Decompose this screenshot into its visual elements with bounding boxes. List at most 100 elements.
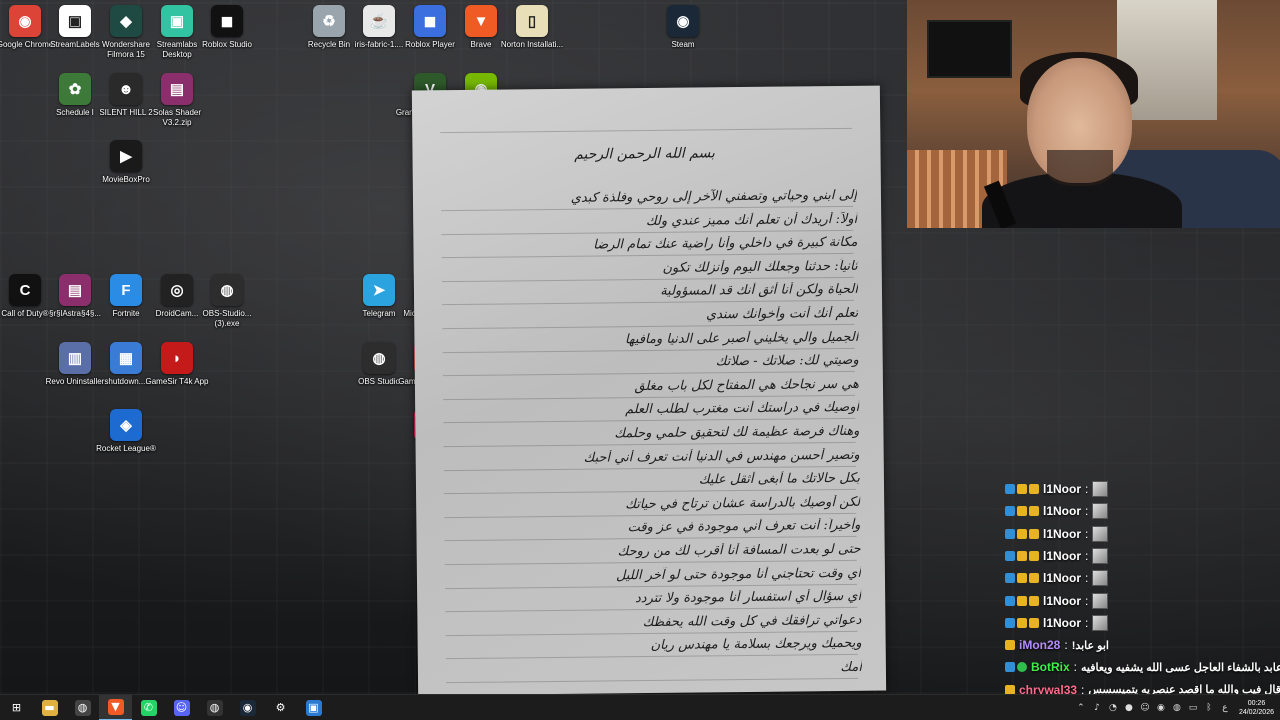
letter-line: الجميل والي يخليني أصبر على الدنيا ومافي… (624, 329, 859, 347)
chat-username: l1Noor (1043, 482, 1082, 496)
chat-badges (1005, 595, 1039, 606)
shortcut-label: GameSir T4k App (145, 377, 209, 386)
discord-tray-icon[interactable]: ☺ (1139, 702, 1151, 714)
brave-taskbar-icon: ▼ (107, 698, 124, 715)
letter-rule (445, 630, 858, 636)
letter-rule (445, 654, 858, 660)
letter-rule (443, 465, 856, 471)
taskbar-button[interactable]: ◍ (66, 695, 99, 720)
letter-line: تعلم أنك أنت وأخوانك سندي (705, 305, 859, 323)
letter-line: أولاً: أريدك أن تعلم أنك مميز عندي ولك (645, 211, 858, 229)
letter-line: مكانة كبيرة في داخلي وأنا راضية عنك تمام… (593, 234, 858, 253)
chat-badges (1005, 617, 1039, 628)
taskbar-apps: ⊞ ▬ ◍ ▼ ✆ ☺ ◍ ◉ ⚙ ▣ (0, 694, 330, 720)
blue-badge-icon (1005, 617, 1015, 628)
chat-separator: : (1085, 571, 1089, 586)
desktop-shortcut[interactable]: ◗ GameSir T4k App (142, 342, 212, 387)
desktop-shortcut[interactable]: ▯ Norton Installati... (497, 5, 567, 50)
letter-rule (443, 418, 856, 424)
gold-badge-icon (1029, 550, 1039, 561)
desktop-shortcut[interactable]: ◼ Roblox Studio (192, 5, 262, 50)
webcam-overlay (907, 0, 1280, 228)
letter-rule (444, 489, 856, 495)
speaker-icon[interactable]: ♪ (1091, 702, 1103, 714)
chat-separator: : (1073, 660, 1078, 675)
green-badge-icon (1017, 662, 1027, 673)
network-icon[interactable]: ◔ (1107, 702, 1119, 714)
chat-badges (1005, 528, 1039, 539)
chat-username: l1Noor (1043, 571, 1082, 586)
chevron-up-icon[interactable]: ⌃ (1075, 702, 1087, 714)
chat-badges (1005, 640, 1015, 651)
steam-tray-icon[interactable]: ◉ (1155, 702, 1167, 714)
desktop-shortcut[interactable]: ▤ Solas Shader V3.2.zip (142, 73, 212, 128)
letter-line: ثانياً: حدثنا وجعلك اليوم وأنزلك تكون (662, 258, 858, 276)
gold-badge-icon (1029, 528, 1039, 539)
chat-username: l1Noor (1043, 504, 1082, 519)
recycle-bin-icon: ♻ (313, 5, 345, 37)
chrome-icon: ◉ (9, 5, 41, 37)
moviebox-icon: ▶ (110, 140, 142, 172)
obs-icon: ◍ (211, 274, 243, 306)
mic-icon[interactable]: ● (1123, 702, 1135, 714)
letter-line: الحياة ولكن أنا أثق أنك قد المسؤولية (660, 282, 859, 300)
fortnite-icon: F (110, 274, 142, 306)
taskbar-button[interactable]: ⊞ (0, 695, 33, 720)
taskbar-button[interactable]: ◉ (231, 695, 264, 720)
taskbar-button[interactable]: ▬ (33, 695, 66, 720)
display-icon[interactable]: ▭ (1187, 702, 1199, 714)
bluetooth-icon[interactable]: ᛒ (1203, 702, 1215, 714)
streamlabs-icon: ▣ (161, 5, 193, 37)
blue-badge-icon (1005, 550, 1015, 561)
blue-badge-icon (1005, 595, 1015, 606)
taskbar-button[interactable]: ▣ (297, 695, 330, 720)
obs-tray-icon[interactable]: ◍ (1171, 702, 1183, 714)
letter-rule (441, 276, 854, 282)
letter-rule (445, 607, 858, 613)
chat-username: l1Noor (1043, 593, 1082, 608)
gold-badge-icon (1017, 550, 1027, 561)
blue-badge-icon (1005, 573, 1015, 584)
shortcut-label: Rocket League® (96, 444, 156, 453)
clock-date: 24/02/2026 (1238, 709, 1274, 716)
letter-rule (440, 127, 853, 134)
blue-badge-icon (1005, 662, 1015, 673)
letter-rule (443, 441, 856, 448)
letter-rule (445, 583, 857, 589)
taskbar-button[interactable]: ⚙ (264, 695, 297, 720)
shortcut-label: Roblox Studio (202, 40, 252, 49)
desktop-shortcut[interactable]: ◈ Rocket League® (91, 409, 161, 454)
roblox-player-icon: ◼ (414, 5, 446, 37)
taskbar-button[interactable]: ▼ (99, 694, 132, 720)
gold-badge-icon (1029, 484, 1039, 494)
taskbar-button[interactable]: ☺ (165, 695, 198, 720)
taskbar-button[interactable]: ✆ (132, 695, 165, 720)
letter-rule (442, 371, 855, 377)
shortcut-label: OBS-Studio...(3).exe (202, 309, 252, 328)
gold-badge-icon (1017, 617, 1027, 628)
letter-line: ويحميك ويرجعك بسلامة يا مهندس ريان (650, 636, 862, 654)
letter-line: بكل حالاتك ما أبغى أثقل عليك (698, 470, 861, 488)
language-indicator[interactable]: ع (1219, 702, 1231, 714)
emote-icon (1092, 481, 1109, 497)
chat-message: l1Noor: (1005, 591, 1280, 611)
clock[interactable]: 00:26 24/02/2026 (1239, 699, 1274, 717)
desktop-shortcut[interactable]: ▶ MovieBoxPro (91, 140, 161, 185)
emote-icon (1092, 614, 1109, 631)
letter-line: وصيتي لك: صلاتك - صلاتك (715, 352, 859, 370)
desktop-shortcut[interactable]: ◉ Steam (648, 5, 718, 50)
chat-separator: : (1085, 548, 1089, 563)
shortcut-label: Schedule I (56, 108, 94, 117)
streamer-beard (1047, 150, 1113, 186)
emote-icon (1092, 592, 1109, 609)
letter-line: أي سؤال أي استفسار أنا موجودة ولا تتردد (634, 588, 862, 607)
shortcut-label: Telegram (362, 309, 396, 318)
desktop-shortcut[interactable]: ◍ OBS-Studio...(3).exe (192, 274, 262, 329)
blue-badge-icon (1005, 528, 1015, 539)
taskbar-button[interactable]: ◍ (198, 695, 231, 720)
chat-message: l1Noor: (1005, 501, 1280, 521)
letter-line: أوصيك في دراستك أنت مغترب لطلب العلم (624, 400, 860, 418)
stream-chat-overlay: l1Noor: l1Noor: l1Noor: l1Noor: l1Noor: l1Noo… (1005, 479, 1280, 719)
chat-badges (1005, 506, 1039, 517)
chat-message: l1Noor: (1005, 524, 1280, 544)
